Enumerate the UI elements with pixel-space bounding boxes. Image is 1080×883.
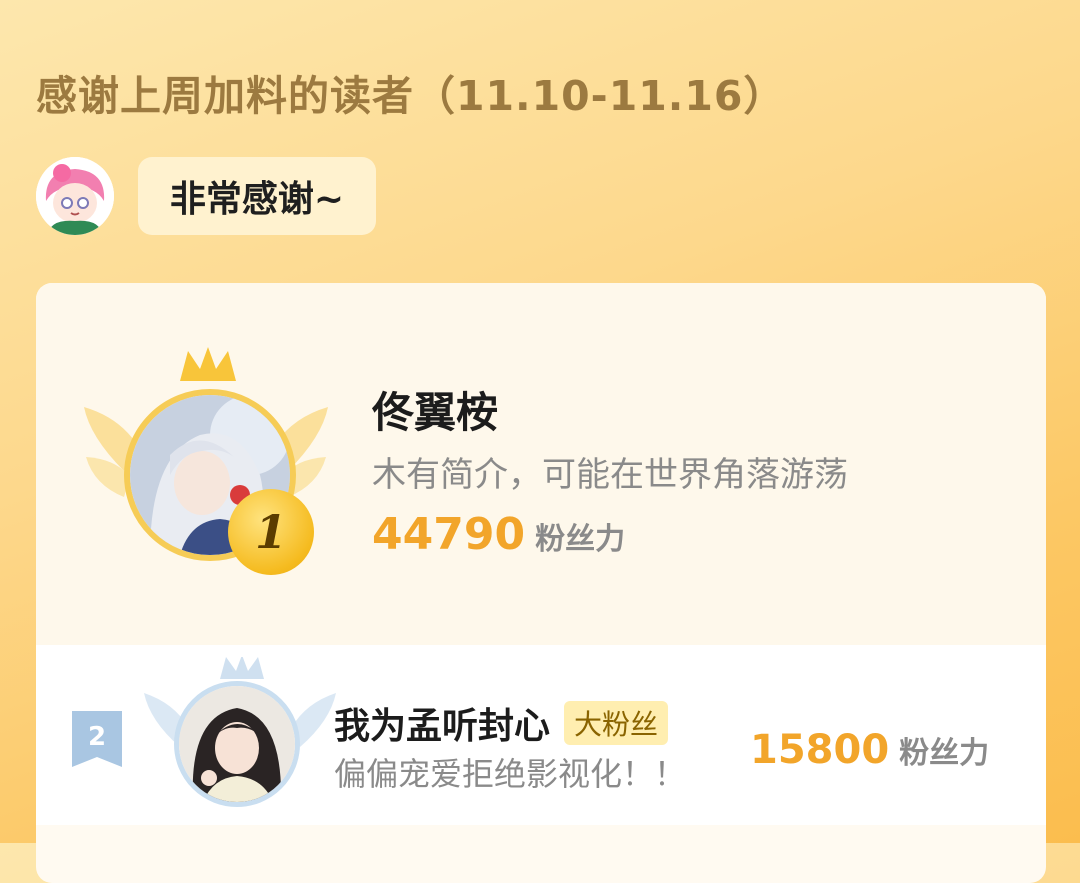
fan-level-badge: 大粉丝	[564, 701, 669, 745]
rank-2-score-value: 15800	[750, 727, 890, 773]
rank-1-name[interactable]: 佟翼桉	[372, 379, 498, 440]
rank-2-bio: 偏偏宠爱拒绝影视化！！	[334, 755, 687, 793]
rank-1-score-unit: 粉丝力	[535, 522, 626, 557]
rank-2-ribbon-icon: 2	[72, 711, 122, 767]
rank-2-name-line: 我为孟听封心 大粉丝	[334, 697, 669, 749]
rank-2-avatar[interactable]	[174, 681, 300, 807]
rank-2-avatar-image	[179, 686, 295, 802]
rank-1-avatar-frame: 1	[84, 347, 328, 577]
rank-2-score: 15800 粉丝力	[750, 727, 989, 773]
rank-2-score-unit: 粉丝力	[899, 736, 990, 771]
author-avatar[interactable]	[36, 157, 114, 235]
rank-2-tag: 2	[72, 711, 122, 767]
rank-1-score: 44790 粉丝力	[372, 509, 625, 560]
page-title: 感谢上周加料的读者（11.10-11.16）	[36, 72, 786, 120]
rank-2-number: 2	[88, 722, 106, 752]
rank-2-avatar-frame	[144, 657, 344, 817]
rank-1-score-value: 44790	[372, 509, 526, 560]
rank-1-section[interactable]: 1 佟翼桉 木有简介，可能在世界角落游荡 44790 粉丝力	[36, 283, 1046, 645]
rank-1-badge: 1	[228, 489, 314, 575]
ranking-card: 1 佟翼桉 木有简介，可能在世界角落游荡 44790 粉丝力 2 我为孟听封心 …	[36, 283, 1046, 883]
rank-2-name[interactable]: 我为孟听封心	[334, 706, 550, 747]
author-avatar-image	[36, 157, 114, 235]
thanks-bubble: 非常感谢~	[138, 157, 376, 235]
rank-2-row[interactable]: 2 我为孟听封心 大粉丝 偏偏宠爱拒绝影视化！！ 15800 粉丝力	[36, 645, 1046, 825]
rank-1-bio: 木有简介，可能在世界角落游荡	[372, 455, 848, 495]
